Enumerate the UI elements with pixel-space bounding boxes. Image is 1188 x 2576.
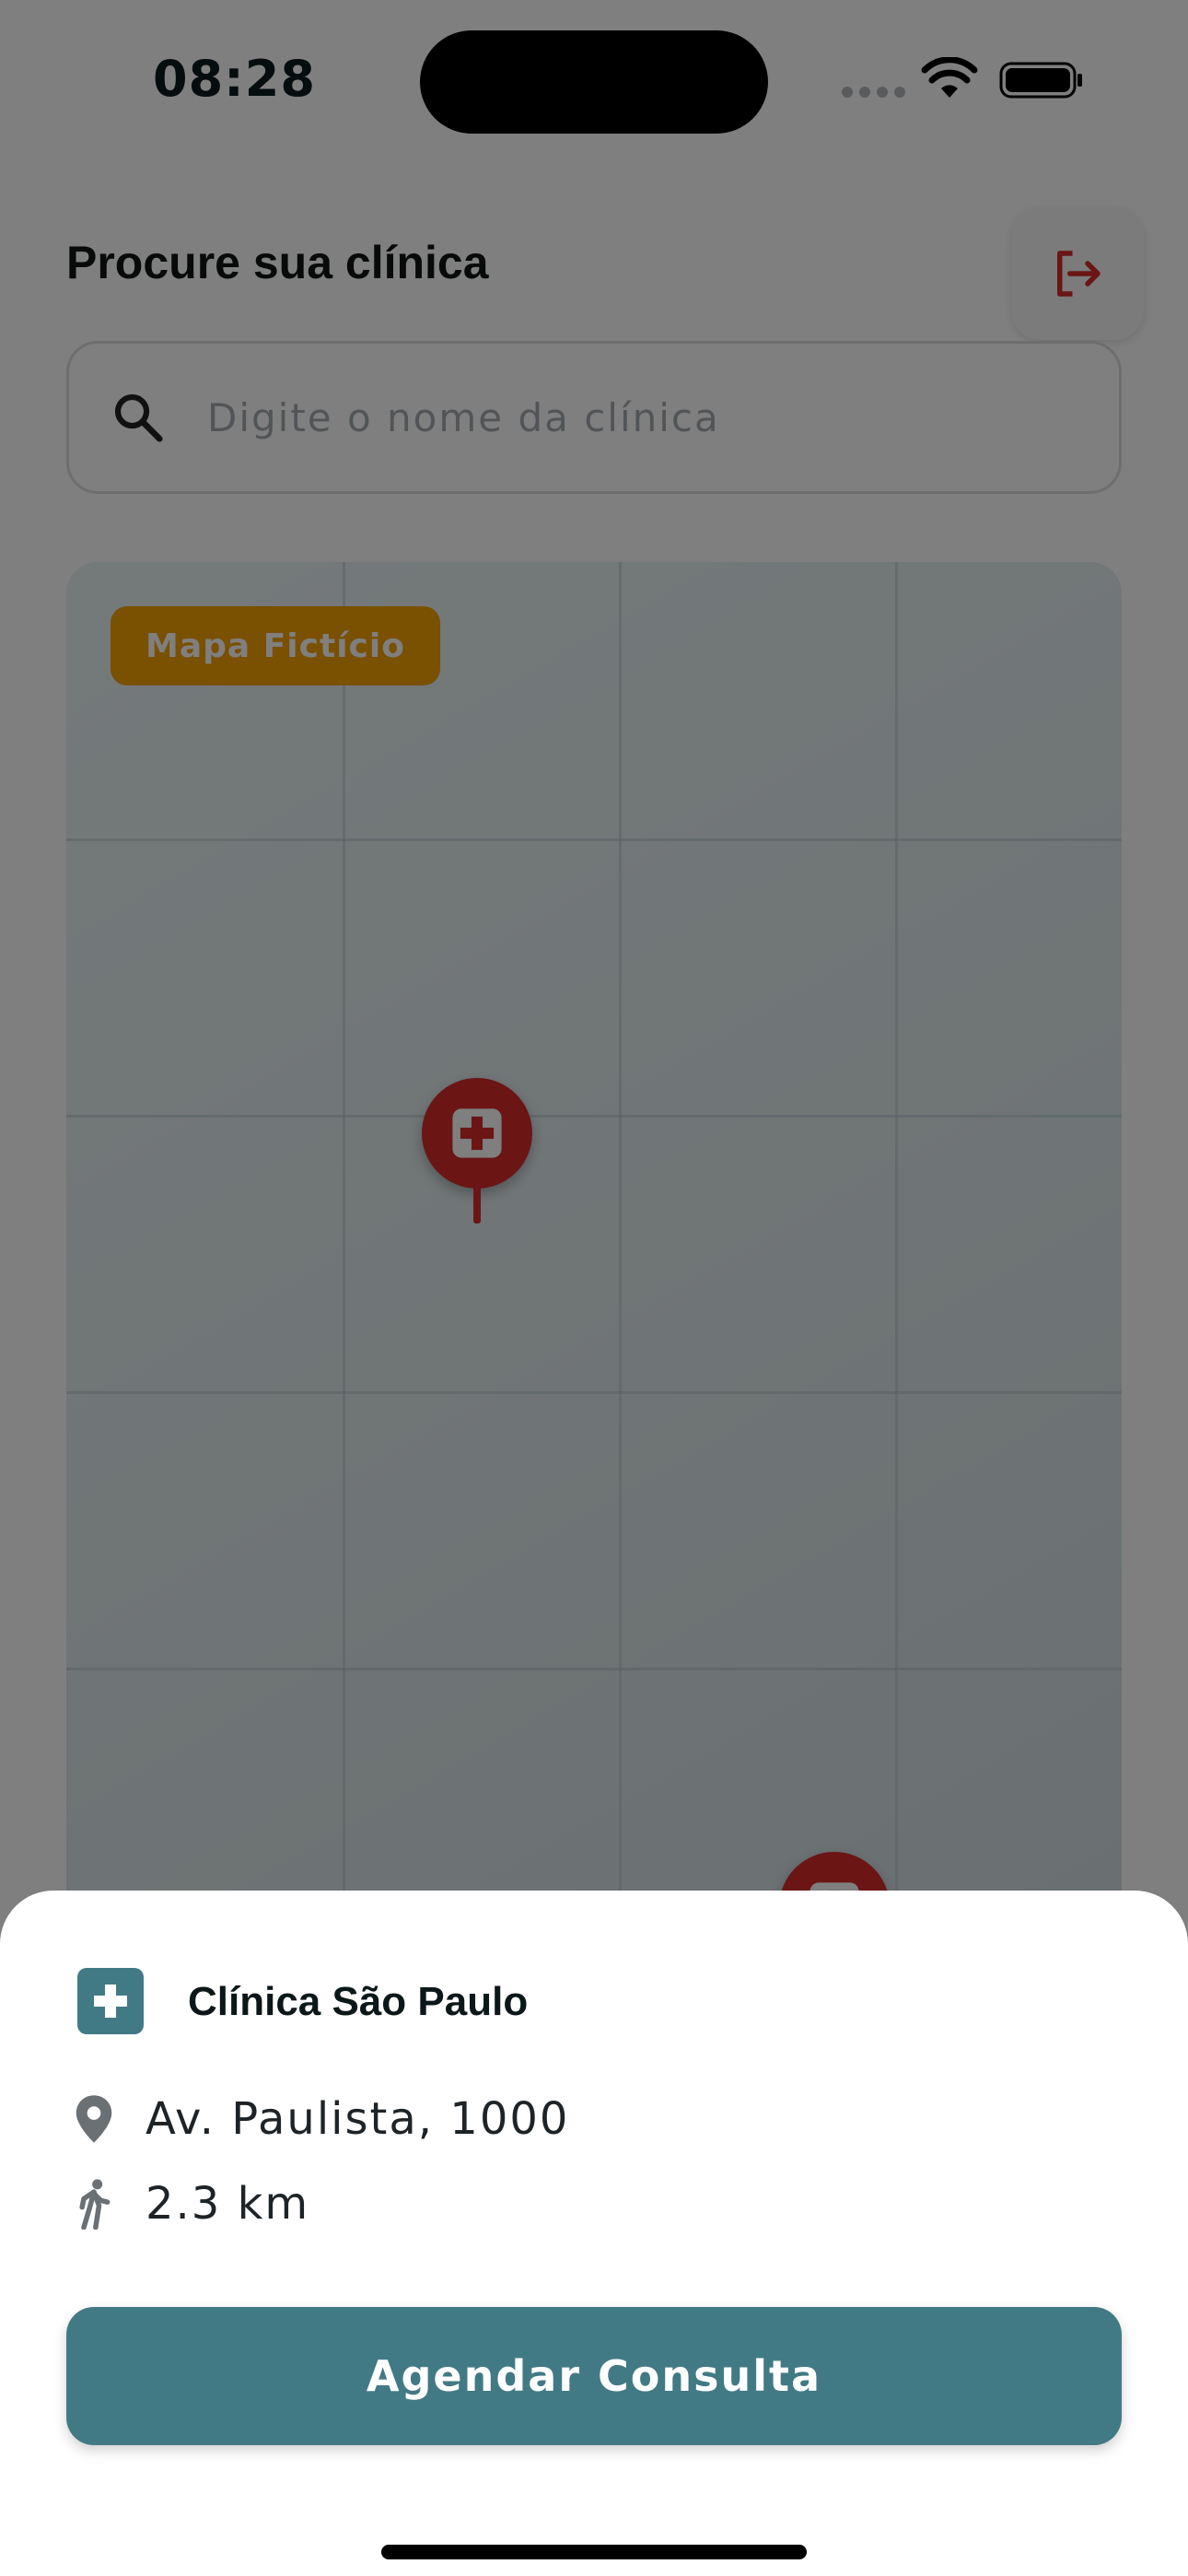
hospital-icon: [77, 1968, 144, 2034]
home-indicator[interactable]: [381, 2545, 807, 2559]
clinic-address-row: Av. Paulista, 1000: [74, 2093, 569, 2145]
clinic-address: Av. Paulista, 1000: [146, 2093, 570, 2145]
clinic-name: Clínica São Paulo: [188, 1979, 529, 2024]
clinic-distance: 2.3 km: [146, 2178, 310, 2230]
clinic-distance-row: 2.3 km: [74, 2178, 309, 2230]
clinic-details-sheet: Clínica São Paulo Av. Paulista, 1000 2.3…: [0, 1891, 1188, 2576]
schedule-appointment-button[interactable]: Agendar Consulta: [66, 2307, 1122, 2445]
location-pin-icon: [76, 2095, 112, 2143]
walking-icon: [79, 2179, 111, 2230]
